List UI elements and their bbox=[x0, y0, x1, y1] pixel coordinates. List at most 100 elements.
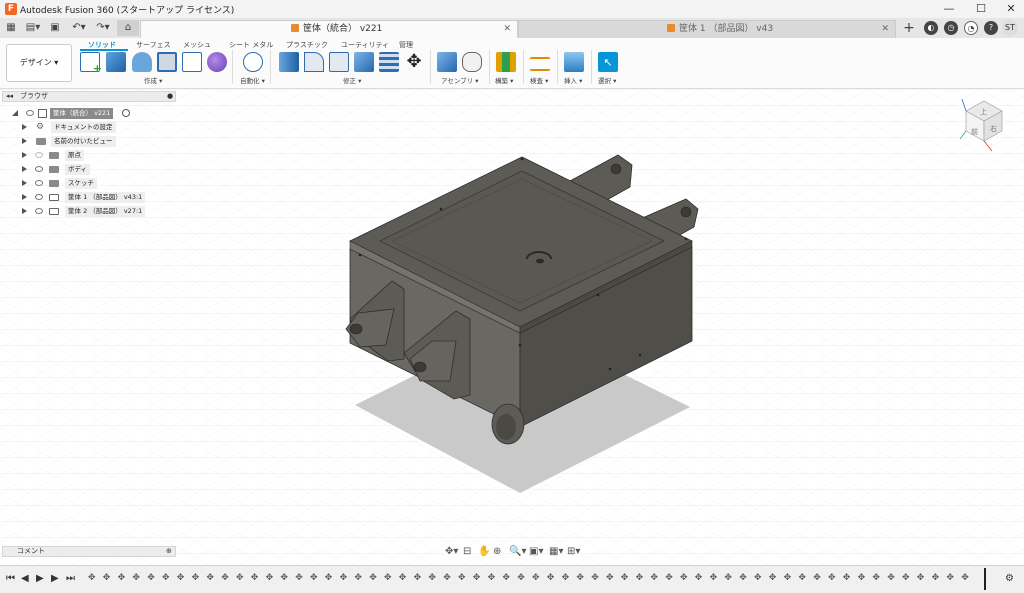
timeline-feature-icon[interactable]: ✥ bbox=[236, 573, 244, 583]
timeline-feature-icon[interactable]: ✥ bbox=[88, 573, 96, 583]
viewcube-top-label[interactable]: 上 bbox=[980, 107, 987, 116]
timeline-feature-icon[interactable]: ✥ bbox=[458, 573, 466, 583]
timeline-feature-icon[interactable]: ✥ bbox=[754, 573, 762, 583]
timeline-feature-icon[interactable]: ✥ bbox=[280, 573, 288, 583]
timeline-next-icon[interactable]: ▶ bbox=[51, 573, 59, 584]
expand-arrow-icon[interactable] bbox=[22, 124, 27, 130]
timeline-feature-icon[interactable]: ✥ bbox=[695, 573, 703, 583]
group-create[interactable]: 作成 ▾ bbox=[144, 75, 162, 85]
combine-icon[interactable] bbox=[354, 52, 374, 72]
tab-document-inactive[interactable]: 筐体 1 （部品図） v43 ✕ bbox=[518, 20, 896, 38]
orbit-icon[interactable]: ✥▾ bbox=[445, 545, 458, 559]
timeline-feature-icon[interactable]: ✥ bbox=[843, 573, 851, 583]
fillet-icon[interactable] bbox=[304, 52, 324, 72]
new-component-icon[interactable] bbox=[437, 52, 457, 72]
tab-close-icon[interactable]: ✕ bbox=[503, 21, 511, 37]
collapse-panel-icon[interactable]: ◂◂ bbox=[6, 92, 13, 101]
visibility-eye-icon[interactable] bbox=[35, 208, 43, 214]
timeline-feature-icon[interactable]: ✥ bbox=[325, 573, 333, 583]
help-icon[interactable]: ? bbox=[984, 21, 998, 35]
timeline-feature-icon[interactable]: ✥ bbox=[369, 573, 377, 583]
timeline-feature-icon[interactable]: ✥ bbox=[606, 573, 614, 583]
tab-sheet-metal[interactable]: シート メタル bbox=[229, 40, 273, 50]
timeline-feature-icon[interactable]: ✥ bbox=[340, 573, 348, 583]
timeline-feature-icon[interactable]: ✥ bbox=[576, 573, 584, 583]
tab-plastic[interactable]: プラスチック bbox=[286, 40, 328, 50]
save-icon[interactable]: ▣ bbox=[48, 20, 62, 36]
group-inspect[interactable]: 検査 ▾ bbox=[530, 75, 548, 85]
timeline-feature-icon[interactable]: ✥ bbox=[251, 573, 259, 583]
timeline-feature-icon[interactable]: ✥ bbox=[443, 573, 451, 583]
comments-panel-header[interactable]: コメント ⊕ bbox=[2, 546, 176, 557]
timeline-feature-icon[interactable]: ✥ bbox=[724, 573, 732, 583]
timeline-feature-icon[interactable]: ✥ bbox=[858, 573, 866, 583]
timeline-prev-icon[interactable]: ◀ bbox=[21, 573, 29, 584]
timeline-marker[interactable] bbox=[984, 568, 986, 590]
timeline-feature-icon[interactable]: ✥ bbox=[902, 573, 910, 583]
timeline-feature-icon[interactable]: ✥ bbox=[784, 573, 792, 583]
add-comment-icon[interactable]: ⊕ bbox=[166, 547, 172, 556]
pattern-icon[interactable] bbox=[182, 52, 202, 72]
expand-arrow-icon[interactable] bbox=[22, 180, 27, 186]
maximize-button[interactable]: ☐ bbox=[966, 0, 996, 18]
split-body-icon[interactable] bbox=[379, 52, 399, 72]
timeline-end-icon[interactable]: ⏭ bbox=[66, 573, 75, 584]
app-grid-icon[interactable]: ▦ bbox=[4, 20, 18, 36]
group-assemble[interactable]: アセンブリ ▾ bbox=[441, 75, 479, 85]
extensions-icon[interactable]: ◐ bbox=[924, 21, 938, 35]
tab-mesh[interactable]: メッシュ bbox=[183, 40, 211, 50]
timeline-feature-icon[interactable]: ✥ bbox=[310, 573, 318, 583]
insert-image-icon[interactable] bbox=[564, 52, 584, 72]
select-cursor-icon[interactable]: ↖ bbox=[598, 52, 618, 72]
extrude-icon[interactable] bbox=[106, 52, 126, 72]
timeline-feature-icon[interactable]: ✥ bbox=[636, 573, 644, 583]
activate-radio-icon[interactable] bbox=[122, 109, 130, 117]
timeline-feature-icon[interactable]: ✥ bbox=[132, 573, 140, 583]
timeline-feature-icon[interactable]: ✥ bbox=[917, 573, 925, 583]
timeline-feature-icon[interactable]: ✥ bbox=[650, 573, 658, 583]
timeline-feature-icon[interactable]: ✥ bbox=[680, 573, 688, 583]
timeline-feature-icon[interactable]: ✥ bbox=[414, 573, 422, 583]
timeline-feature-icon[interactable]: ✥ bbox=[162, 573, 170, 583]
tab-surface[interactable]: サーフェス bbox=[136, 40, 171, 50]
redo-icon[interactable]: ↷▾ bbox=[92, 20, 114, 36]
viewcube-right-label[interactable]: 右 bbox=[990, 124, 997, 133]
group-construct[interactable]: 構築 ▾ bbox=[495, 75, 513, 85]
look-at-icon[interactable]: ⊟ bbox=[463, 545, 471, 559]
tab-close-icon[interactable]: ✕ bbox=[881, 21, 889, 37]
group-modify[interactable]: 修正 ▾ bbox=[343, 75, 361, 85]
timeline-feature-icon[interactable]: ✥ bbox=[562, 573, 570, 583]
timeline-start-icon[interactable]: ⏮ bbox=[6, 573, 15, 584]
workspace-switcher[interactable]: デザイン ▾ bbox=[6, 44, 72, 82]
minimize-button[interactable]: — bbox=[934, 0, 964, 18]
job-status-icon[interactable]: ◷ bbox=[944, 21, 958, 35]
viewports-icon[interactable]: ⊞▾ bbox=[567, 545, 580, 559]
timeline-feature-icon[interactable]: ✥ bbox=[946, 573, 954, 583]
new-tab-icon[interactable]: + bbox=[902, 20, 916, 36]
undo-icon[interactable]: ↶▾ bbox=[68, 20, 90, 36]
timeline-feature-icon[interactable]: ✥ bbox=[517, 573, 525, 583]
tab-utilities[interactable]: ユーティリティ bbox=[341, 40, 389, 50]
timeline-feature-icon[interactable]: ✥ bbox=[266, 573, 274, 583]
timeline-feature-icon[interactable]: ✥ bbox=[547, 573, 555, 583]
shell-icon[interactable] bbox=[329, 52, 349, 72]
viewcube-front-label[interactable]: 前 bbox=[971, 127, 978, 136]
timeline-feature-track[interactable]: ✥ ✥ ✥ ✥ ✥ ✥ ✥ ✥ ✥ ✥ ✥ ✥ ✥ ✥ ✥ ✥ ✥ ✥ ✥ ✥ ✥ ✥ ✥ ✥ ✥ ✥ ✥ ✥ ✥ ✥ ✥ ✥ ✥ ✥ ✥ ✥ ✥ ✥ ✥ ✥… bbox=[84, 566, 984, 592]
expand-arrow-icon[interactable] bbox=[22, 138, 27, 144]
timeline-feature-icon[interactable]: ✥ bbox=[206, 573, 214, 583]
3d-viewport[interactable]: 上 前 右 bbox=[0, 89, 1024, 565]
group-select[interactable]: 選択 ▾ bbox=[598, 75, 616, 85]
timeline-feature-icon[interactable]: ✥ bbox=[769, 573, 777, 583]
press-pull-icon[interactable] bbox=[279, 52, 299, 72]
timeline-feature-icon[interactable]: ✥ bbox=[502, 573, 510, 583]
timeline-feature-icon[interactable]: ✥ bbox=[177, 573, 185, 583]
create-sketch-icon[interactable]: + bbox=[80, 52, 102, 75]
visibility-eye-icon[interactable] bbox=[35, 194, 43, 200]
notifications-icon[interactable]: ◔ bbox=[964, 21, 978, 35]
timeline-play-icon[interactable]: ▶ bbox=[36, 573, 44, 584]
expand-arrow-icon[interactable] bbox=[22, 166, 27, 172]
visibility-eye-icon[interactable] bbox=[35, 152, 43, 158]
visibility-eye-icon[interactable] bbox=[35, 166, 43, 172]
timeline-feature-icon[interactable]: ✥ bbox=[710, 573, 718, 583]
revolve-icon[interactable] bbox=[132, 52, 152, 72]
